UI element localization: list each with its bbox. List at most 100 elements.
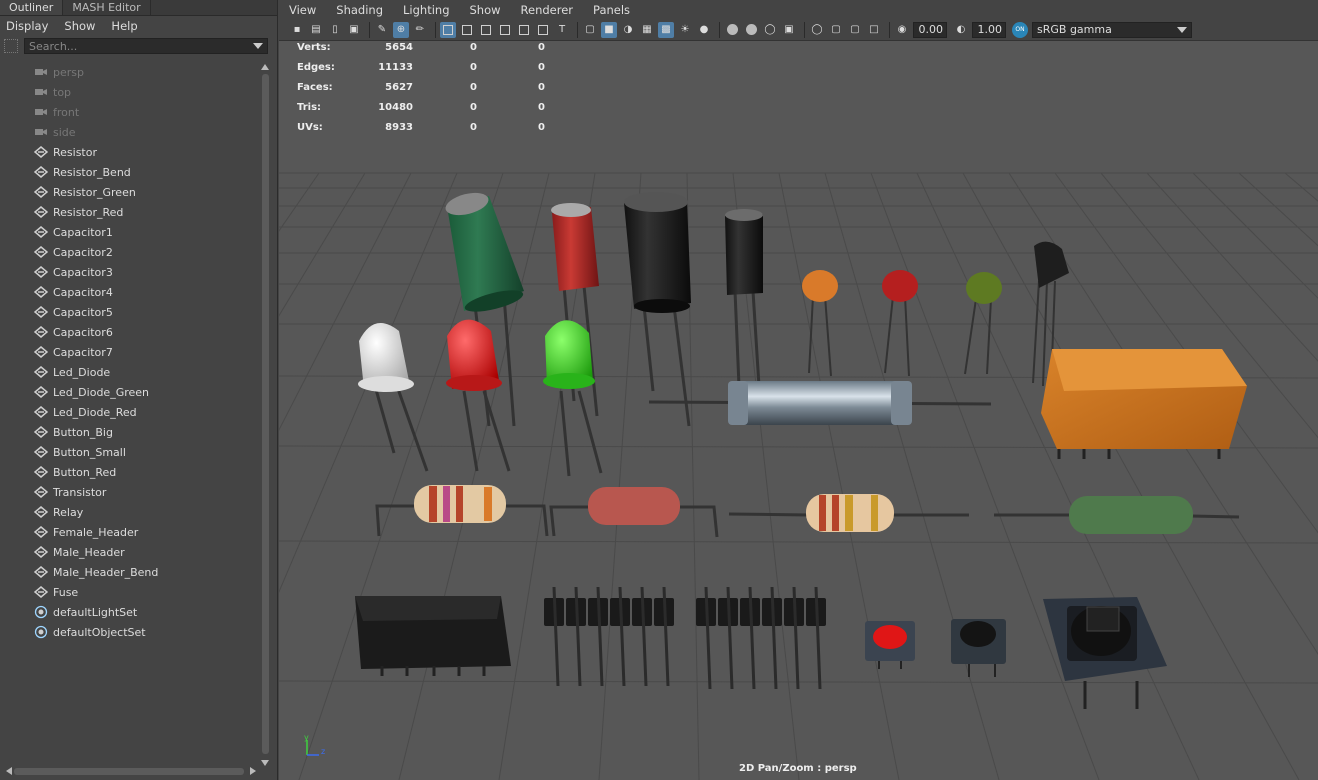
textured-icon[interactable]: ▩: [658, 21, 674, 38]
outliner-item-led-diode-red[interactable]: Led_Diode_Red: [0, 402, 258, 422]
pan-zoom-icon[interactable]: ⊕: [393, 21, 409, 38]
outliner-item-button-small[interactable]: Button_Small: [0, 442, 258, 462]
gamma-icon[interactable]: ◐: [953, 22, 969, 38]
menu-shading[interactable]: Shading: [336, 3, 383, 17]
gamma-field[interactable]: 1.00: [972, 21, 1006, 38]
shadows-icon[interactable]: ●: [696, 22, 712, 38]
viewport-panel[interactable]: View Shading Lighting Show Renderer Pane…: [279, 0, 1318, 780]
outliner-item-female-header[interactable]: Female_Header: [0, 522, 258, 542]
xray-active-icon[interactable]: ▢: [847, 22, 863, 38]
film-gate-icon[interactable]: [459, 22, 475, 38]
outliner-item-side[interactable]: side: [0, 122, 258, 142]
outliner-item-capacitor3[interactable]: Capacitor3: [0, 262, 258, 282]
female-header-model[interactable]: [355, 596, 511, 676]
color-management-toggle-icon[interactable]: ON: [1012, 21, 1028, 38]
relay-model[interactable]: [1041, 349, 1247, 459]
anti-aliasing-icon[interactable]: ◯: [762, 22, 778, 38]
outliner-item-button-big[interactable]: Button_Big: [0, 422, 258, 442]
exposure-icon[interactable]: ◉: [894, 22, 910, 38]
outliner-item-resistor-green[interactable]: Resistor_Green: [0, 182, 258, 202]
outliner-item-button-red[interactable]: Button_Red: [0, 462, 258, 482]
default-material-icon[interactable]: ◑: [620, 22, 636, 38]
outliner-item-front[interactable]: front: [0, 102, 258, 122]
tab-mash-editor[interactable]: MASH Editor: [63, 0, 151, 15]
outliner-item-persp[interactable]: persp: [0, 62, 258, 82]
transform-icon: [34, 426, 48, 438]
wireframe-on-shaded-icon[interactable]: ▦: [639, 22, 655, 38]
outliner-item-male-header[interactable]: Male_Header: [0, 542, 258, 562]
panel-grip-icon[interactable]: [4, 39, 18, 53]
outliner-item-capacitor1[interactable]: Capacitor1: [0, 222, 258, 242]
outliner-item-resistor-bend[interactable]: Resistor_Bend: [0, 162, 258, 182]
outliner-item-resistor[interactable]: Resistor: [0, 142, 258, 162]
outliner-item-capacitor4[interactable]: Capacitor4: [0, 282, 258, 302]
outliner-item-transistor[interactable]: Transistor: [0, 482, 258, 502]
scroll-down-icon[interactable]: [261, 760, 269, 766]
gate-mask-icon[interactable]: [497, 22, 513, 38]
vertical-scrollbar[interactable]: [259, 62, 271, 766]
outliner-item-led-diode-green[interactable]: Led_Diode_Green: [0, 382, 258, 402]
outliner-item-male-header-bend[interactable]: Male_Header_Bend: [0, 562, 258, 582]
screen-space-ao-icon[interactable]: [724, 22, 740, 38]
scroll-up-icon[interactable]: [261, 64, 269, 70]
hud-component: 0: [538, 82, 545, 93]
transform-icon: [34, 366, 48, 378]
hud-selected: 0: [470, 82, 477, 93]
outliner-item-defaultlightset[interactable]: defaultLightSet: [0, 602, 258, 622]
scrollbar-thumb[interactable]: [14, 768, 244, 775]
outliner-item-led-diode[interactable]: Led_Diode: [0, 362, 258, 382]
chevron-down-icon[interactable]: [1177, 26, 1187, 33]
grid-icon[interactable]: [440, 21, 456, 38]
field-chart-icon[interactable]: [516, 22, 532, 38]
outliner-item-fuse[interactable]: Fuse: [0, 582, 258, 602]
exposure-field[interactable]: 0.00: [913, 21, 947, 38]
menu-view[interactable]: View: [289, 3, 316, 17]
viewport-scene[interactable]: [279, 41, 1318, 780]
safe-action-icon[interactable]: [535, 22, 551, 38]
xray-icon[interactable]: ▢: [828, 22, 844, 38]
outliner-item-capacitor6[interactable]: Capacitor6: [0, 322, 258, 342]
resolution-gate-icon[interactable]: [478, 22, 494, 38]
wireframe-icon[interactable]: ▢: [582, 22, 598, 38]
chevron-down-icon[interactable]: [253, 43, 263, 49]
camera-attributes-icon[interactable]: ▤: [308, 22, 324, 38]
hud-value: 11133: [378, 62, 413, 73]
smooth-shade-icon[interactable]: ■: [601, 21, 617, 38]
menu-renderer[interactable]: Renderer: [521, 3, 574, 17]
grease-pencil-icon[interactable]: ✎: [374, 22, 390, 38]
outliner-item-top[interactable]: top: [0, 82, 258, 102]
motion-blur-icon[interactable]: [743, 22, 759, 38]
scrollbar-thumb[interactable]: [262, 74, 269, 754]
select-camera-icon[interactable]: ▪: [289, 22, 305, 38]
menu-show[interactable]: Show: [470, 3, 501, 17]
color-space-select[interactable]: sRGB gamma: [1032, 21, 1192, 38]
isolate-select-icon[interactable]: ◯: [809, 22, 825, 38]
outliner-item-capacitor7[interactable]: Capacitor7: [0, 342, 258, 362]
outliner-item-label: Capacitor4: [53, 285, 113, 299]
horizontal-scrollbar[interactable]: [4, 764, 256, 778]
menu-lighting[interactable]: Lighting: [403, 3, 449, 17]
safe-title-icon[interactable]: T: [554, 22, 570, 38]
outliner-item-capacitor5[interactable]: Capacitor5: [0, 302, 258, 322]
xray-joints-icon[interactable]: □: [866, 22, 882, 38]
tab-outliner[interactable]: Outliner: [0, 0, 64, 15]
outliner-item-label: side: [53, 125, 76, 139]
outliner-item-relay[interactable]: Relay: [0, 502, 258, 522]
depth-of-field-icon[interactable]: ▣: [781, 22, 797, 38]
scroll-right-icon[interactable]: [250, 767, 256, 775]
menu-display[interactable]: Display: [6, 19, 48, 33]
outliner-item-resistor-red[interactable]: Resistor_Red: [0, 202, 258, 222]
use-all-lights-icon[interactable]: ☀: [677, 22, 693, 38]
search-input[interactable]: Search...: [24, 38, 268, 54]
menu-panels[interactable]: Panels: [593, 3, 630, 17]
image-plane-icon[interactable]: ▣: [346, 22, 362, 38]
menu-show[interactable]: Show: [64, 19, 95, 33]
scroll-left-icon[interactable]: [6, 767, 12, 775]
brush-icon[interactable]: ✏: [412, 22, 428, 38]
menu-help[interactable]: Help: [111, 19, 137, 33]
outliner-item-capacitor2[interactable]: Capacitor2: [0, 242, 258, 262]
outliner-item-defaultobjectset[interactable]: defaultObjectSet: [0, 622, 258, 642]
outliner-item-label: Capacitor3: [53, 265, 113, 279]
bookmark-icon[interactable]: ▯: [327, 22, 343, 38]
transform-icon: [34, 306, 48, 318]
